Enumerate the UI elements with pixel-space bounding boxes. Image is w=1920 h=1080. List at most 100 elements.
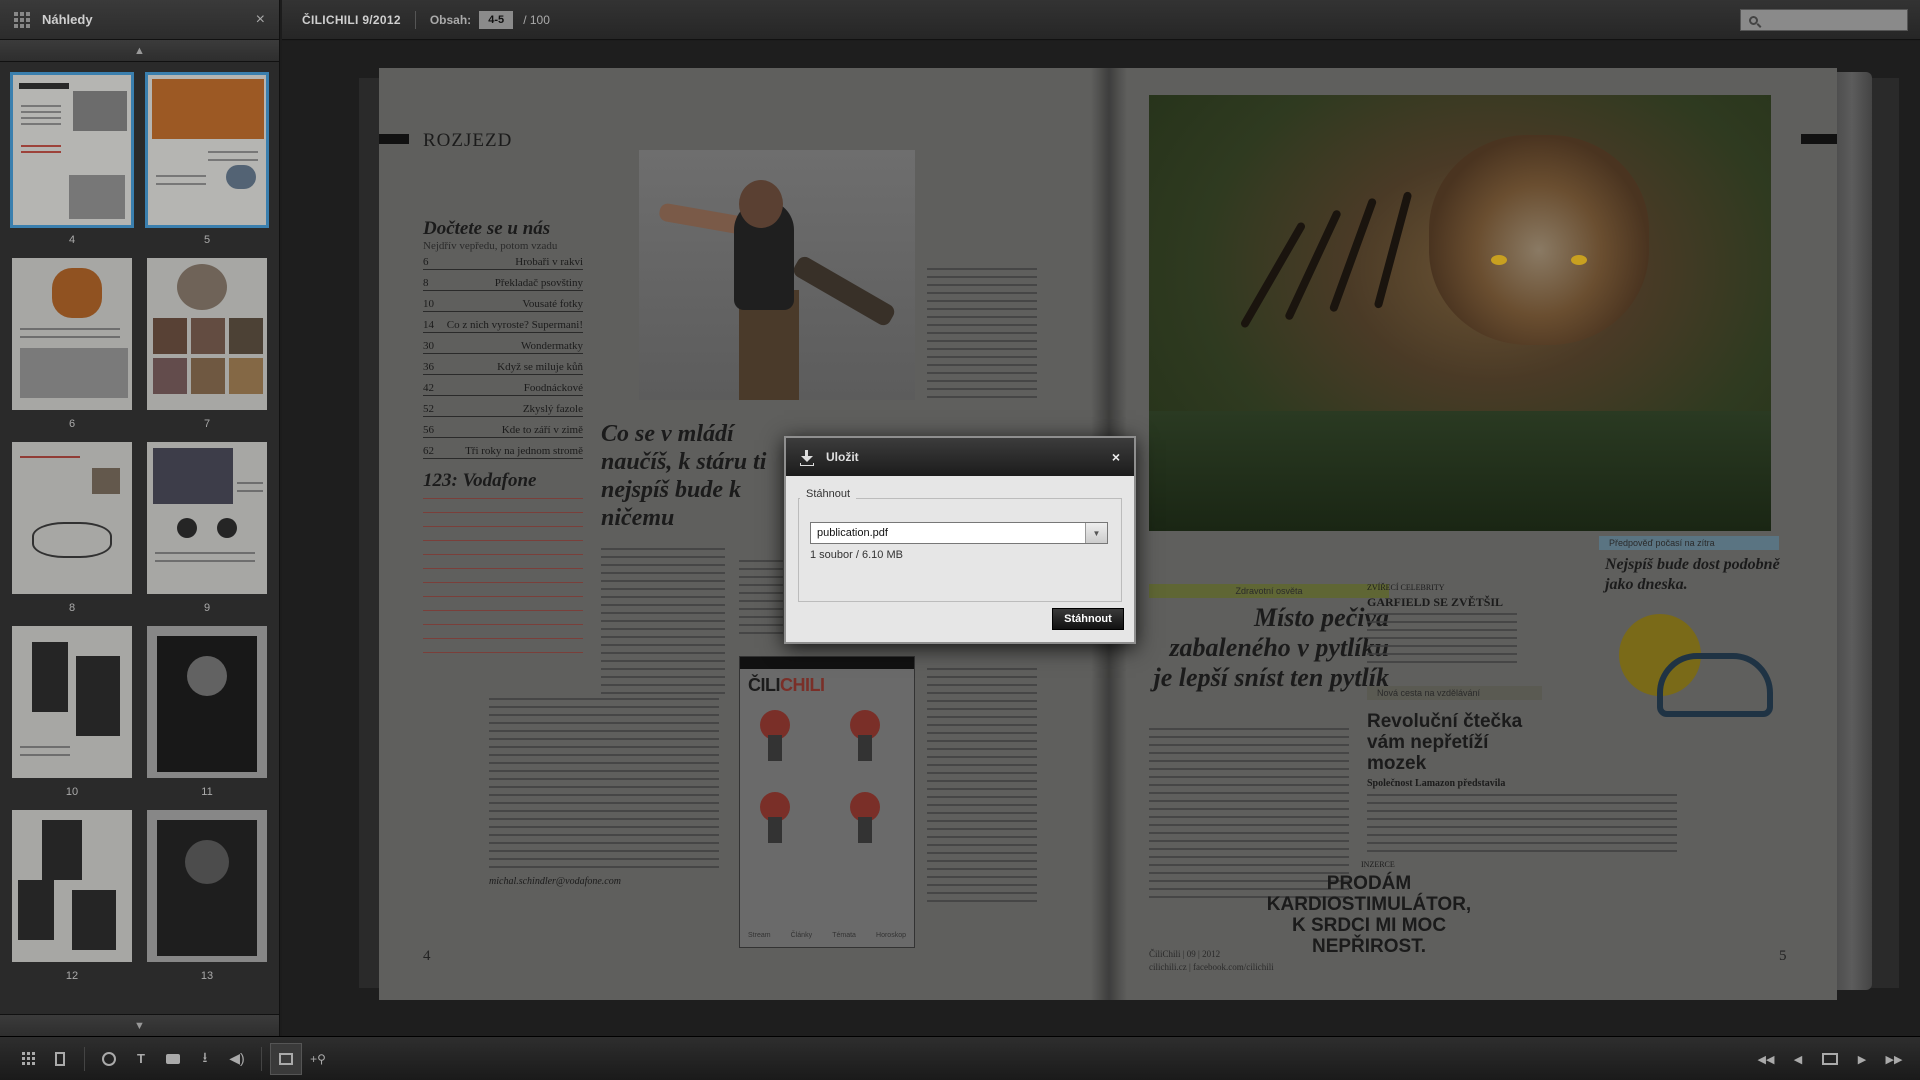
photo-man [639,150,915,400]
toc-title: Dočtete se u nás [423,218,551,239]
horoscope-sign-icon [840,705,890,765]
download-group-label: Stáhnout [800,488,857,500]
dialog-header: Uložit × [786,438,1134,476]
phone-logo-a: ČILI [748,675,781,695]
chevron-down-icon: ▼ [134,1019,145,1032]
bookmark-icon[interactable] [44,1043,76,1075]
headline: Místo pečiva zabaleného v pytlíku je lep… [1153,603,1389,692]
thumbnail-page-8[interactable]: 8 [8,440,136,614]
page-footer: ČiliChili | 09 | 2012 cilichili.cz | fac… [1149,949,1274,972]
thumbnail-page-number: 8 [68,602,76,614]
toc-item: 62 Tři roky na jednom stromě [423,445,583,459]
next-page-icon[interactable]: ▶ [1846,1043,1878,1075]
pull-quote: Co se v mládí naučíš, k stáru ti nejspíš… [601,421,767,531]
double-page-icon[interactable] [1814,1043,1846,1075]
reader-lead: Společnost Lamazon představila [1367,778,1506,789]
health-tag: Zdravotní osvěta [1149,584,1389,598]
close-icon[interactable]: × [256,11,265,29]
thumbnail-page-6[interactable]: 6 [8,256,136,430]
fit-icon[interactable] [270,1042,302,1075]
toc-item: 10 Vousaté fotky [423,298,583,312]
photo-tiger [1149,95,1771,531]
horoscope-sign-icon [750,705,800,765]
file-select-value: publication.pdf [817,527,888,539]
page-stack [1832,72,1872,990]
thumbnail-page-number: 4 [68,234,76,246]
thumbnail-page-number: 10 [65,786,79,798]
thumbnail-page-4[interactable]: 4 [8,72,136,246]
zoom-icon[interactable]: +⚲ [302,1043,334,1075]
text-icon[interactable]: T [125,1043,157,1075]
scroll-up-button[interactable]: ▲ [0,40,279,62]
phone-logo-b: CHILI [780,675,825,695]
ad-kicker: INZERCE [1361,860,1395,869]
thumbnail-page-number: 13 [200,970,214,982]
toc-item: 14 Co z nich vyroste? Supermani! [423,319,583,333]
bottom-toolbar: T ⭳ ◀) +⚲ ◀◀ ◀ ▶ ▶▶ [0,1036,1920,1080]
download-icon[interactable]: ⭳ [189,1043,221,1075]
garfield-title: GARFIELD SE ZVĚTŠIL [1367,595,1504,609]
toc-item: 56 Kde to září v zimě [423,424,583,438]
top-bar: ČILICHILI 9/2012 Obsah: / 100 [282,0,1920,40]
close-icon[interactable]: × [1112,449,1120,465]
thumbnail-page-number: 5 [203,234,211,246]
sound-icon[interactable]: ◀) [221,1043,253,1075]
phone-tab: Články [790,932,813,939]
scroll-down-button[interactable]: ▼ [0,1014,279,1036]
page-total: / 100 [523,12,550,27]
divider [414,10,416,29]
page-number-right: 5 [1779,948,1787,964]
thumbnail-page-7[interactable]: 7 [143,256,271,430]
first-page-icon[interactable]: ◀◀ [1750,1043,1782,1075]
thumbnail-page-number: 9 [203,602,211,614]
toc-item: 8 Překladač psovštiny [423,277,583,291]
horoscope-sign-icon [840,787,890,847]
thumbnail-page-9[interactable]: 9 [143,440,271,614]
new-reader-tag: Nová cesta na vzdělávání [1367,686,1542,700]
toc-item: 52 Zkyslý fazole [423,403,583,417]
page-number-input[interactable] [479,10,514,29]
page-number-left: 4 [423,948,431,964]
phone-tab: Stream [748,932,771,939]
dialog-title: Uložit [826,450,859,464]
thumbnail-page-number: 6 [68,418,76,430]
forecast-tag: Předpověď počasí na zítra [1599,536,1779,550]
weather-text: Nejspíš bude dost podobně jako dneska. [1605,556,1780,593]
chevron-down-icon[interactable]: ▼ [1085,523,1107,543]
thumbnails-panel: Náhledy × ▲ 4 5 6 7 8 9 10 11 12 13 ▼ [0,0,280,1036]
chevron-up-icon: ▲ [134,44,145,57]
thumbnail-page-number: 7 [203,418,211,430]
page-navigation: ◀◀ ◀ ▶ ▶▶ [1750,1043,1910,1075]
thumbnail-page-13[interactable]: 13 [143,808,271,982]
cloud-rain-icon [1657,653,1773,717]
phone-tab: Témata [832,932,856,939]
magazine-page-right[interactable]: Předpověď počasí na zítra Nejspíš bude d… [1109,68,1837,1000]
globe-icon[interactable] [93,1043,125,1075]
download-icon [800,450,814,466]
file-select[interactable]: publication.pdf ▼ [810,522,1108,544]
thumbnails-panel-title: Náhledy [42,12,93,27]
ad-text: PRODÁM KARDIOSTIMULÁTOR, K SRDCI MI MOC … [1266,873,1472,957]
horoscope-sign-icon [750,787,800,847]
download-button[interactable]: Stáhnout [1052,608,1124,630]
prev-page-icon[interactable]: ◀ [1782,1043,1814,1075]
thumbnail-page-5[interactable]: 5 [143,72,271,246]
last-page-icon[interactable]: ▶▶ [1878,1043,1910,1075]
file-info: 1 soubor / 6.10 MB [810,549,903,561]
phone-tab: Horoskop [876,932,906,939]
garfield-kicker: ZVÍŘECÍ CELEBRITY [1367,583,1445,592]
thumbnail-page-12[interactable]: 12 [8,808,136,982]
thumbnails-panel-header: Náhledy × [0,0,279,40]
save-dialog: Uložit × Stáhnout publication.pdf ▼ 1 so… [784,436,1136,644]
thumbnails-icon[interactable] [12,1043,44,1075]
grid-icon [14,11,30,28]
thumbnail-page-11[interactable]: 11 [143,624,271,798]
print-icon[interactable] [157,1043,189,1075]
search-input[interactable] [1740,9,1908,31]
author-email: michal.schindler@vodafone.com [489,876,621,887]
section-title: ROZJEZD [423,130,513,151]
thumbnail-page-10[interactable]: 10 [8,624,136,798]
toc-item: 36 Když se miluje kůň [423,361,583,375]
toc-item: 30 Wondermatky [423,340,583,354]
search-icon [1749,15,1758,25]
